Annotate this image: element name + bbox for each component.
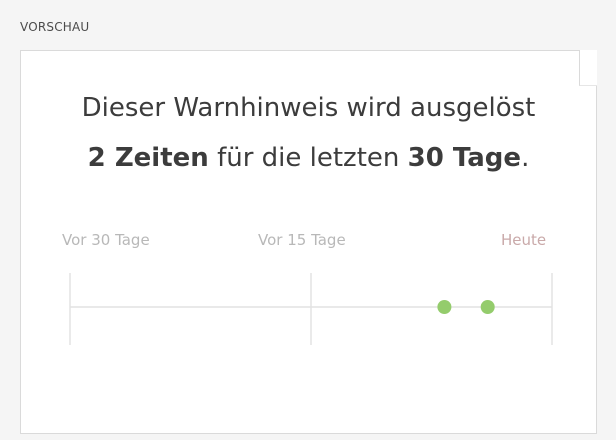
preview-section-label: VORSCHAU	[20, 20, 90, 34]
timeline-event-dot-1	[437, 300, 452, 314]
timeline-event-dot-2	[480, 300, 495, 314]
timeline-chart	[69, 273, 553, 345]
preview-card: Dieser Warnhinweis wird ausgelöst 2 Zeit…	[20, 50, 597, 434]
